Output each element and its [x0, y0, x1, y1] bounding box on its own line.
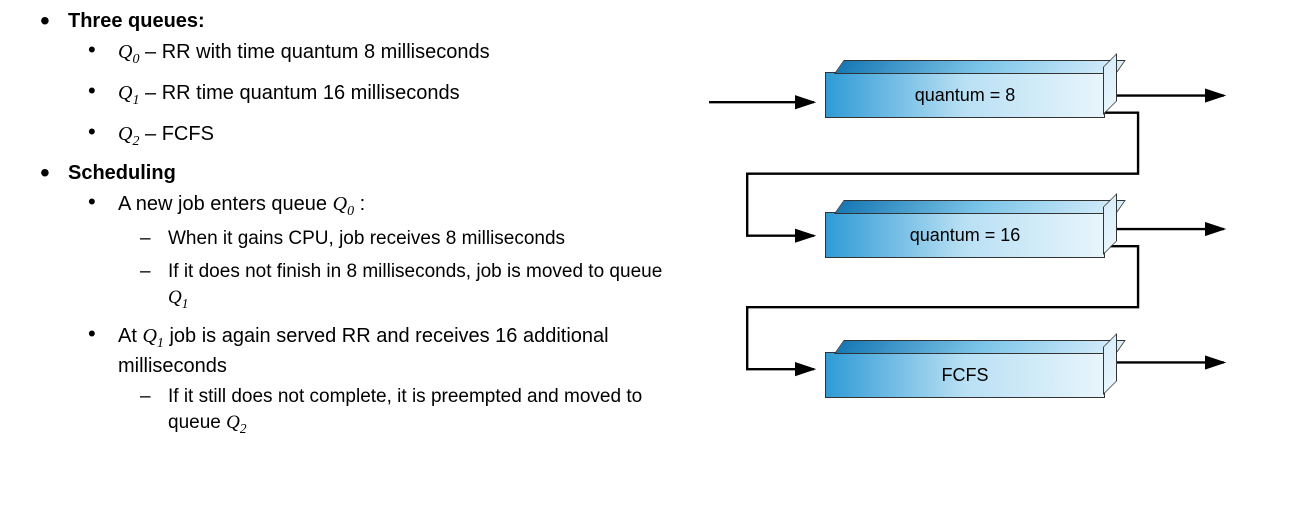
scheduling-not-finish: If it does not finish in 8 milliseconds,…	[140, 259, 670, 312]
heading-scheduling: Scheduling	[68, 162, 176, 184]
scheduling-at-q1: At Q1 job is again served RR and receive…	[88, 323, 670, 438]
queue-item-q0: Q0 – RR with time quantum 8 milliseconds	[88, 39, 670, 70]
text-content: Three queues: Q0 – RR with time quantum …	[30, 10, 690, 490]
queue-box-q2: FCFS	[825, 352, 1105, 398]
queue-box-label: FCFS	[942, 365, 989, 385]
scheduling-new-job: A new job enters queue Q0 : When it gain…	[88, 191, 670, 313]
scheduling-gain-cpu: When it gains CPU, job receives 8 millis…	[140, 226, 670, 252]
queue-diagram: quantum = 8 quantum = 16 FCFS	[690, 10, 1262, 490]
queue-box-label: quantum = 8	[915, 85, 1016, 105]
heading-three-queues: Three queues:	[68, 10, 205, 32]
scheduling-still-not-complete: If it still does not complete, it is pre…	[140, 384, 670, 437]
queue-box-label: quantum = 16	[910, 225, 1021, 245]
queue-item-q2: Q2 – FCFS	[88, 121, 670, 152]
queue-box-q0: quantum = 8	[825, 72, 1105, 118]
queue-box-q1: quantum = 16	[825, 212, 1105, 258]
queue-item-q1: Q1 – RR time quantum 16 milliseconds	[88, 80, 670, 111]
